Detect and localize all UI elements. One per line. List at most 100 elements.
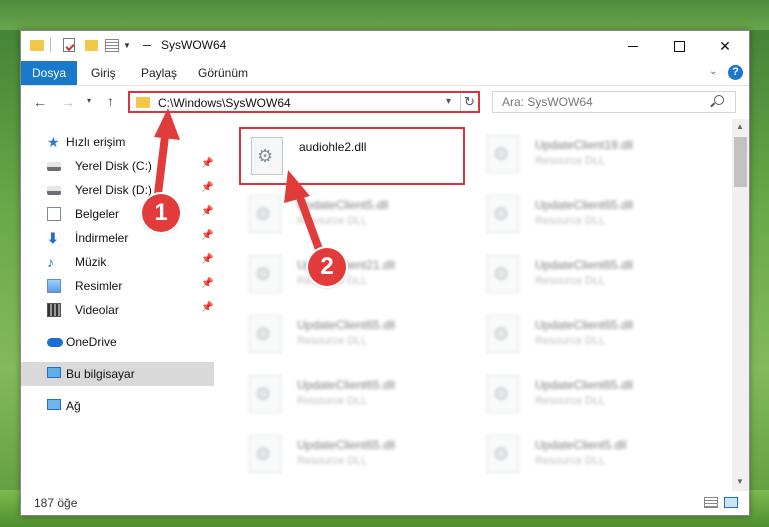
file-explorer-window: ▼ SysWOW64 ✕ Dosya Giriş Paylaş Görünüm … bbox=[20, 30, 750, 516]
forward-button[interactable]: → bbox=[61, 94, 75, 110]
search-icon[interactable] bbox=[714, 95, 724, 105]
file-item[interactable]: UpdateClient65.dll Resource DLL bbox=[239, 367, 459, 417]
sidebar-item-label: Yerel Disk (C:) bbox=[75, 159, 152, 173]
file-name: UpdateClient19.dll bbox=[535, 138, 634, 152]
pin-icon[interactable]: 📌 bbox=[201, 302, 213, 313]
dll-file-icon bbox=[249, 315, 281, 353]
sidebar-item-downloads[interactable]: ⬇ İndirmeler 📌 bbox=[21, 226, 214, 250]
help-icon[interactable]: ? bbox=[728, 65, 743, 80]
sidebar-item-label: Hızlı erişim bbox=[66, 135, 126, 149]
file-name: UpdateClient5.dll bbox=[297, 198, 389, 212]
dll-file-icon bbox=[487, 375, 519, 413]
dll-file-icon bbox=[251, 137, 283, 175]
file-item[interactable]: UpdateClient65.dll Resource DLL bbox=[477, 247, 697, 297]
file-type: Resource DLL bbox=[535, 395, 606, 407]
sidebar-item-label: Yerel Disk (D:) bbox=[75, 183, 152, 197]
file-type: Resource DLL bbox=[535, 335, 606, 347]
pin-icon[interactable]: 📌 bbox=[201, 158, 213, 169]
address-path[interactable]: C:\Windows\SysWOW64 bbox=[158, 96, 291, 110]
tab-home[interactable]: Giriş bbox=[91, 61, 116, 85]
sidebar-item-label: Bu bilgisayar bbox=[66, 367, 135, 381]
close-button[interactable]: ✕ bbox=[702, 31, 748, 61]
customize-icon[interactable] bbox=[105, 39, 119, 52]
sidebar-item-label: Resimler bbox=[75, 279, 123, 293]
file-name: UpdateClient65.dll bbox=[535, 258, 634, 272]
scroll-up-icon[interactable]: ▲ bbox=[736, 122, 744, 131]
file-item[interactable]: UpdateClient21.dll Resource DLL bbox=[239, 247, 459, 297]
item-count: 187 öğe bbox=[34, 496, 78, 510]
scroll-thumb[interactable] bbox=[734, 137, 747, 187]
sidebar-item-this-pc[interactable]: Bu bilgisayar bbox=[21, 362, 214, 386]
step-marker-2: 2 bbox=[308, 248, 346, 286]
file-type: Resource DLL bbox=[535, 155, 606, 167]
sidebar-item-music[interactable]: ♪ Müzik 📌 bbox=[21, 250, 214, 274]
dll-file-icon bbox=[249, 375, 281, 413]
file-type: Resource DLL bbox=[297, 455, 368, 467]
file-item[interactable]: UpdateClient65.dll Resource DLL bbox=[239, 307, 459, 357]
file-name: UpdateClient5.dll bbox=[535, 438, 627, 452]
divider bbox=[143, 45, 151, 46]
file-type: Resource DLL bbox=[535, 275, 606, 287]
recent-locations-button[interactable]: ▾ bbox=[87, 96, 91, 105]
file-name: UpdateClient65.dll bbox=[535, 198, 634, 212]
details-view-icon[interactable] bbox=[704, 497, 718, 508]
properties-icon[interactable] bbox=[63, 38, 75, 52]
file-type: Resource DLL bbox=[535, 455, 606, 467]
dll-file-icon bbox=[487, 435, 519, 473]
divider bbox=[460, 93, 461, 111]
chevron-down-icon[interactable]: ▾ bbox=[446, 96, 451, 107]
back-button[interactable]: ← bbox=[33, 94, 47, 110]
sidebar-item-onedrive[interactable]: OneDrive bbox=[21, 330, 214, 354]
pin-icon[interactable]: 📌 bbox=[201, 278, 213, 289]
desktop-background bbox=[0, 0, 769, 30]
file-item[interactable]: UpdateClient65.dll Resource DLL bbox=[477, 187, 697, 237]
sidebar-item-network[interactable]: Ağ bbox=[21, 394, 214, 418]
file-type: Resource DLL bbox=[297, 215, 368, 227]
tab-file[interactable]: Dosya bbox=[21, 61, 77, 85]
dll-file-icon bbox=[487, 315, 519, 353]
sidebar-item-pictures[interactable]: Resimler 📌 bbox=[21, 274, 214, 298]
dll-file-icon bbox=[487, 135, 519, 173]
sidebar-item-local-disk-c[interactable]: Yerel Disk (C:) 📌 bbox=[21, 154, 214, 178]
pin-icon[interactable]: 📌 bbox=[201, 182, 213, 193]
up-button[interactable]: ↑ bbox=[107, 93, 114, 109]
new-folder-icon[interactable] bbox=[85, 40, 98, 51]
cloud-icon bbox=[47, 338, 63, 347]
music-icon: ♪ bbox=[47, 254, 54, 270]
step-marker-1: 1 bbox=[142, 194, 180, 232]
file-name: UpdateClient65.dll bbox=[297, 438, 396, 452]
sidebar-item-videos[interactable]: Videolar 📌 bbox=[21, 298, 214, 322]
pictures-icon bbox=[47, 279, 61, 293]
address-bar[interactable]: C:\Windows\SysWOW64 ▾ ↻ bbox=[128, 91, 480, 113]
file-name: UpdateClient65.dll bbox=[297, 318, 396, 332]
sidebar-item-label: Ağ bbox=[66, 399, 81, 413]
minimize-button[interactable] bbox=[610, 31, 656, 61]
search-input[interactable]: Ara: SysWOW64 bbox=[492, 91, 736, 113]
file-item[interactable]: UpdateClient19.dll Resource DLL bbox=[477, 127, 697, 177]
chevron-down-icon[interactable]: ▼ bbox=[123, 41, 131, 57]
dll-file-icon bbox=[249, 435, 281, 473]
scroll-down-icon[interactable]: ▼ bbox=[736, 477, 744, 486]
tab-share[interactable]: Paylaş bbox=[141, 61, 177, 85]
expand-ribbon-icon[interactable]: ⌄ bbox=[709, 66, 717, 77]
sidebar-item-local-disk-d[interactable]: Yerel Disk (D:) 📌 bbox=[21, 178, 214, 202]
large-icons-view-icon[interactable] bbox=[724, 497, 738, 508]
file-item[interactable]: UpdateClient5.dll Resource DLL bbox=[239, 187, 459, 237]
sidebar-item-documents[interactable]: Belgeler 📌 bbox=[21, 202, 214, 226]
file-item[interactable]: UpdateClient65.dll Resource DLL bbox=[477, 307, 697, 357]
sidebar-item-quick-access[interactable]: ★ Hızlı erişim bbox=[21, 130, 214, 154]
disk-icon bbox=[47, 162, 61, 171]
tab-view[interactable]: Görünüm bbox=[198, 61, 248, 85]
vertical-scrollbar[interactable]: ▲ ▼ bbox=[732, 119, 749, 491]
pin-icon[interactable]: 📌 bbox=[201, 230, 213, 241]
maximize-button[interactable] bbox=[656, 31, 702, 61]
file-item[interactable]: UpdateClient65.dll Resource DLL bbox=[477, 367, 697, 417]
file-item-audiohle2[interactable]: audiohle2.dll bbox=[239, 127, 465, 185]
pin-icon[interactable]: 📌 bbox=[201, 254, 213, 265]
folder-icon bbox=[136, 97, 150, 108]
refresh-button[interactable]: ↻ bbox=[464, 94, 475, 110]
file-item[interactable]: UpdateClient5.dll Resource DLL bbox=[477, 427, 697, 477]
file-item[interactable]: UpdateClient65.dll Resource DLL bbox=[239, 427, 459, 477]
pin-icon[interactable]: 📌 bbox=[201, 206, 213, 217]
ribbon-tabs: Dosya Giriş Paylaş Görünüm ⌄ ? bbox=[21, 61, 749, 86]
